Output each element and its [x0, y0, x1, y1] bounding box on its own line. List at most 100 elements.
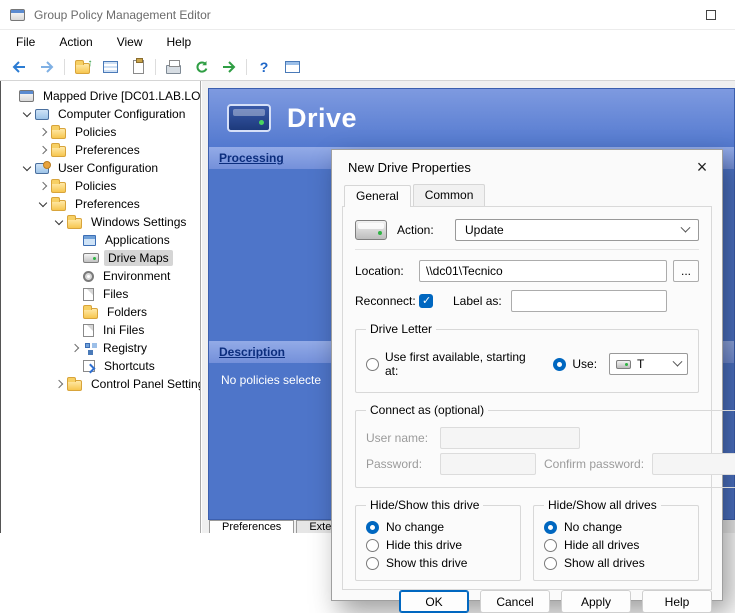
use-radio[interactable]	[553, 358, 566, 371]
tree-item-applications[interactable]: Applications	[1, 231, 200, 249]
expander-expanded-icon[interactable]	[21, 108, 33, 120]
dialog-title-bar: New Drive Properties	[332, 150, 722, 184]
tree-item-folders[interactable]: Folders	[1, 303, 200, 321]
radio-unselected-icon[interactable]	[544, 539, 557, 552]
clipboard-button[interactable]	[127, 56, 149, 78]
tree-item-computer-policies[interactable]: Policies	[1, 123, 200, 141]
tree-item-label: User Configuration	[54, 160, 162, 176]
tree-item-registry[interactable]: Registry	[1, 339, 200, 357]
radio-option[interactable]: No change	[544, 518, 688, 536]
tree-item-computer-configuration[interactable]: Computer Configuration	[1, 105, 200, 123]
help-button[interactable]: ?	[253, 56, 275, 78]
processing-link[interactable]: Processing	[219, 151, 284, 165]
refresh-button[interactable]	[190, 56, 212, 78]
radio-unselected-icon[interactable]	[366, 539, 379, 552]
radio-unselected-icon[interactable]	[544, 557, 557, 570]
tree-item-computer-preferences[interactable]: Preferences	[1, 141, 200, 159]
confirm-password-input	[652, 453, 735, 475]
menu-help[interactable]: Help	[167, 35, 192, 49]
tab-general[interactable]: General	[344, 185, 411, 207]
radio-unselected-icon[interactable]	[366, 557, 379, 570]
radio-option[interactable]: No change	[366, 518, 510, 536]
expander-collapsed-icon[interactable]	[69, 342, 81, 354]
radio-option[interactable]: Show this drive	[366, 554, 510, 572]
location-input[interactable]	[419, 260, 667, 282]
tree-item-label: Mapped Drive [DC01.LAB.LOCA	[39, 88, 201, 104]
action-dropdown[interactable]: Update	[455, 219, 699, 241]
menu-file[interactable]: File	[16, 35, 35, 49]
refresh-icon	[194, 60, 209, 75]
tree-item-control-panel-settings[interactable]: Control Panel Setting	[1, 375, 200, 393]
reconnect-checkbox[interactable]	[419, 294, 433, 308]
tree-item-files[interactable]: Files	[1, 285, 200, 303]
drive-letter-dropdown[interactable]: T	[609, 353, 688, 375]
tree-item-label: Computer Configuration	[54, 106, 189, 122]
tree-item-label: Registry	[99, 340, 151, 356]
tab-common[interactable]: Common	[413, 184, 486, 206]
label-as-label: Label as:	[453, 294, 505, 308]
print-button[interactable]	[162, 56, 184, 78]
cancel-button[interactable]: Cancel	[480, 590, 550, 613]
action-row: Action: Update	[355, 219, 699, 241]
tab-preferences[interactable]: Preferences	[209, 520, 294, 533]
tree-item-user-configuration[interactable]: User Configuration	[1, 159, 200, 177]
export-list-button[interactable]	[218, 56, 240, 78]
expander-collapsed-icon[interactable]	[37, 180, 49, 192]
expander-expanded-icon[interactable]	[53, 216, 65, 228]
folder-icon	[51, 200, 66, 211]
label-as-input[interactable]	[511, 290, 667, 312]
folder-icon	[51, 182, 66, 193]
radio-option[interactable]: Hide this drive	[366, 536, 510, 554]
close-button[interactable]: ×	[687, 153, 717, 181]
expander-collapsed-icon[interactable]	[37, 126, 49, 138]
menu-view[interactable]: View	[117, 35, 143, 49]
up-folder-icon	[75, 63, 90, 74]
radio-option-label: Show all drives	[564, 556, 645, 570]
dialog-title: New Drive Properties	[348, 160, 471, 175]
help-button-dialog[interactable]: Help	[642, 590, 712, 613]
expander-collapsed-icon[interactable]	[53, 378, 65, 390]
tree-item-windows-settings[interactable]: Windows Settings	[1, 213, 200, 231]
environment-icon	[83, 271, 94, 282]
radio-selected-icon[interactable]	[544, 521, 557, 534]
ok-button[interactable]: OK	[399, 590, 469, 613]
registry-icon	[85, 343, 90, 348]
tree-item-label: Folders	[103, 304, 151, 320]
tree-item-user-policies[interactable]: Policies	[1, 177, 200, 195]
hide-show-all-drives-title: Hide/Show all drives	[544, 498, 661, 512]
table-view-button[interactable]	[281, 56, 303, 78]
browse-button[interactable]: ...	[673, 260, 699, 282]
list-view-button[interactable]	[99, 56, 121, 78]
up-folder-button[interactable]	[71, 56, 93, 78]
tree-item-environment[interactable]: Environment	[1, 267, 200, 285]
hide-show-this-options: No changeHide this driveShow this drive	[366, 518, 510, 572]
radio-selected-icon[interactable]	[366, 521, 379, 534]
tree-item-root[interactable]: Mapped Drive [DC01.LAB.LOCA	[1, 87, 200, 105]
tree-item-label: Applications	[101, 232, 174, 248]
description-link[interactable]: Description	[219, 345, 285, 359]
user-name-input	[440, 427, 580, 449]
tree-item-shortcuts[interactable]: Shortcuts	[1, 357, 200, 375]
hide-show-row: Hide/Show this drive No changeHide this …	[355, 488, 699, 581]
file-icon	[83, 324, 94, 337]
expander-spacer	[69, 324, 81, 336]
computer-icon	[35, 109, 49, 120]
dialog-tabs: General Common	[332, 184, 722, 206]
tree-item-ini-files[interactable]: Ini Files	[1, 321, 200, 339]
window-title: Group Policy Management Editor	[34, 8, 211, 22]
tree-item-drive-maps[interactable]: Drive Maps	[1, 249, 200, 267]
use-label: Use:	[572, 357, 597, 371]
use-first-available-radio[interactable]	[366, 358, 379, 371]
expander-collapsed-icon[interactable]	[37, 144, 49, 156]
maximize-button[interactable]	[697, 4, 725, 26]
tree-item-label: Environment	[99, 268, 174, 284]
menu-action[interactable]: Action	[59, 35, 92, 49]
apply-button[interactable]: Apply	[561, 590, 631, 613]
expander-expanded-icon[interactable]	[21, 162, 33, 174]
expander-expanded-icon[interactable]	[37, 198, 49, 210]
radio-option[interactable]: Show all drives	[544, 554, 688, 572]
back-button[interactable]	[8, 56, 30, 78]
radio-option[interactable]: Hide all drives	[544, 536, 688, 554]
tree-item-user-preferences[interactable]: Preferences	[1, 195, 200, 213]
forward-button[interactable]	[36, 56, 58, 78]
